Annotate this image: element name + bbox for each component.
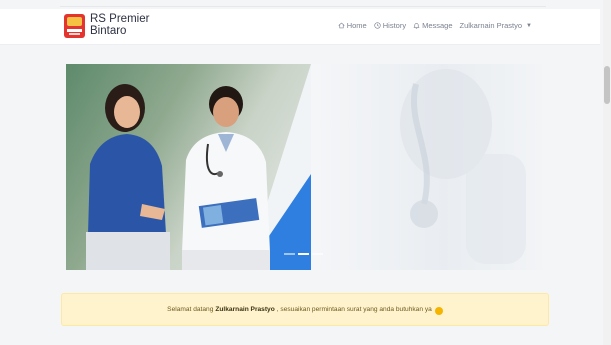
doctor-figure <box>182 86 270 270</box>
welcome-alert: Selamat datang Zulkarnain Prastyo , sesu… <box>61 293 549 326</box>
welcome-suffix: , sesuaikan permintaan surat yang anda b… <box>276 306 432 313</box>
welcome-user-name: Zulkarnain Prastyo <box>215 306 275 313</box>
user-menu[interactable]: Zulkarnain Prastyo ▼ <box>460 21 532 30</box>
smile-emoji-icon <box>434 306 443 315</box>
scrollbar-track[interactable] <box>603 0 611 345</box>
main-nav: Home History Message Zulkarnain Prastyo … <box>338 21 532 30</box>
bell-icon <box>413 23 420 29</box>
nav-home[interactable]: Home <box>338 21 367 30</box>
top-divider <box>60 6 546 7</box>
scrollbar-thumb[interactable] <box>604 66 610 104</box>
nav-home-label: Home <box>346 21 367 30</box>
brand-line-2: Bintaro <box>90 25 127 37</box>
nav-history[interactable]: History <box>374 21 406 30</box>
home-icon <box>338 22 345 29</box>
clock-icon <box>374 22 381 29</box>
carousel-indicators <box>284 253 323 255</box>
carousel-dot-active[interactable] <box>298 253 309 255</box>
carousel-dot[interactable] <box>284 253 295 255</box>
patient-figure <box>86 84 170 270</box>
nav-history-label: History <box>382 21 407 30</box>
nav-message-label: Message <box>422 21 453 30</box>
hospital-logo[interactable] <box>64 14 85 38</box>
caret-down-icon: ▼ <box>526 22 532 29</box>
nav-message[interactable]: Message <box>413 21 453 30</box>
navbar: RS Premier Bintaro Home History Message … <box>0 9 600 45</box>
user-name: Zulkarnain Prastyo <box>459 21 523 30</box>
carousel-dot[interactable] <box>312 253 323 255</box>
brand-line-1: RS Premier <box>90 13 150 25</box>
hero-carousel[interactable] <box>66 64 542 270</box>
welcome-prefix: Selamat datang <box>167 306 214 313</box>
brand-name[interactable]: RS Premier Bintaro <box>90 13 149 37</box>
